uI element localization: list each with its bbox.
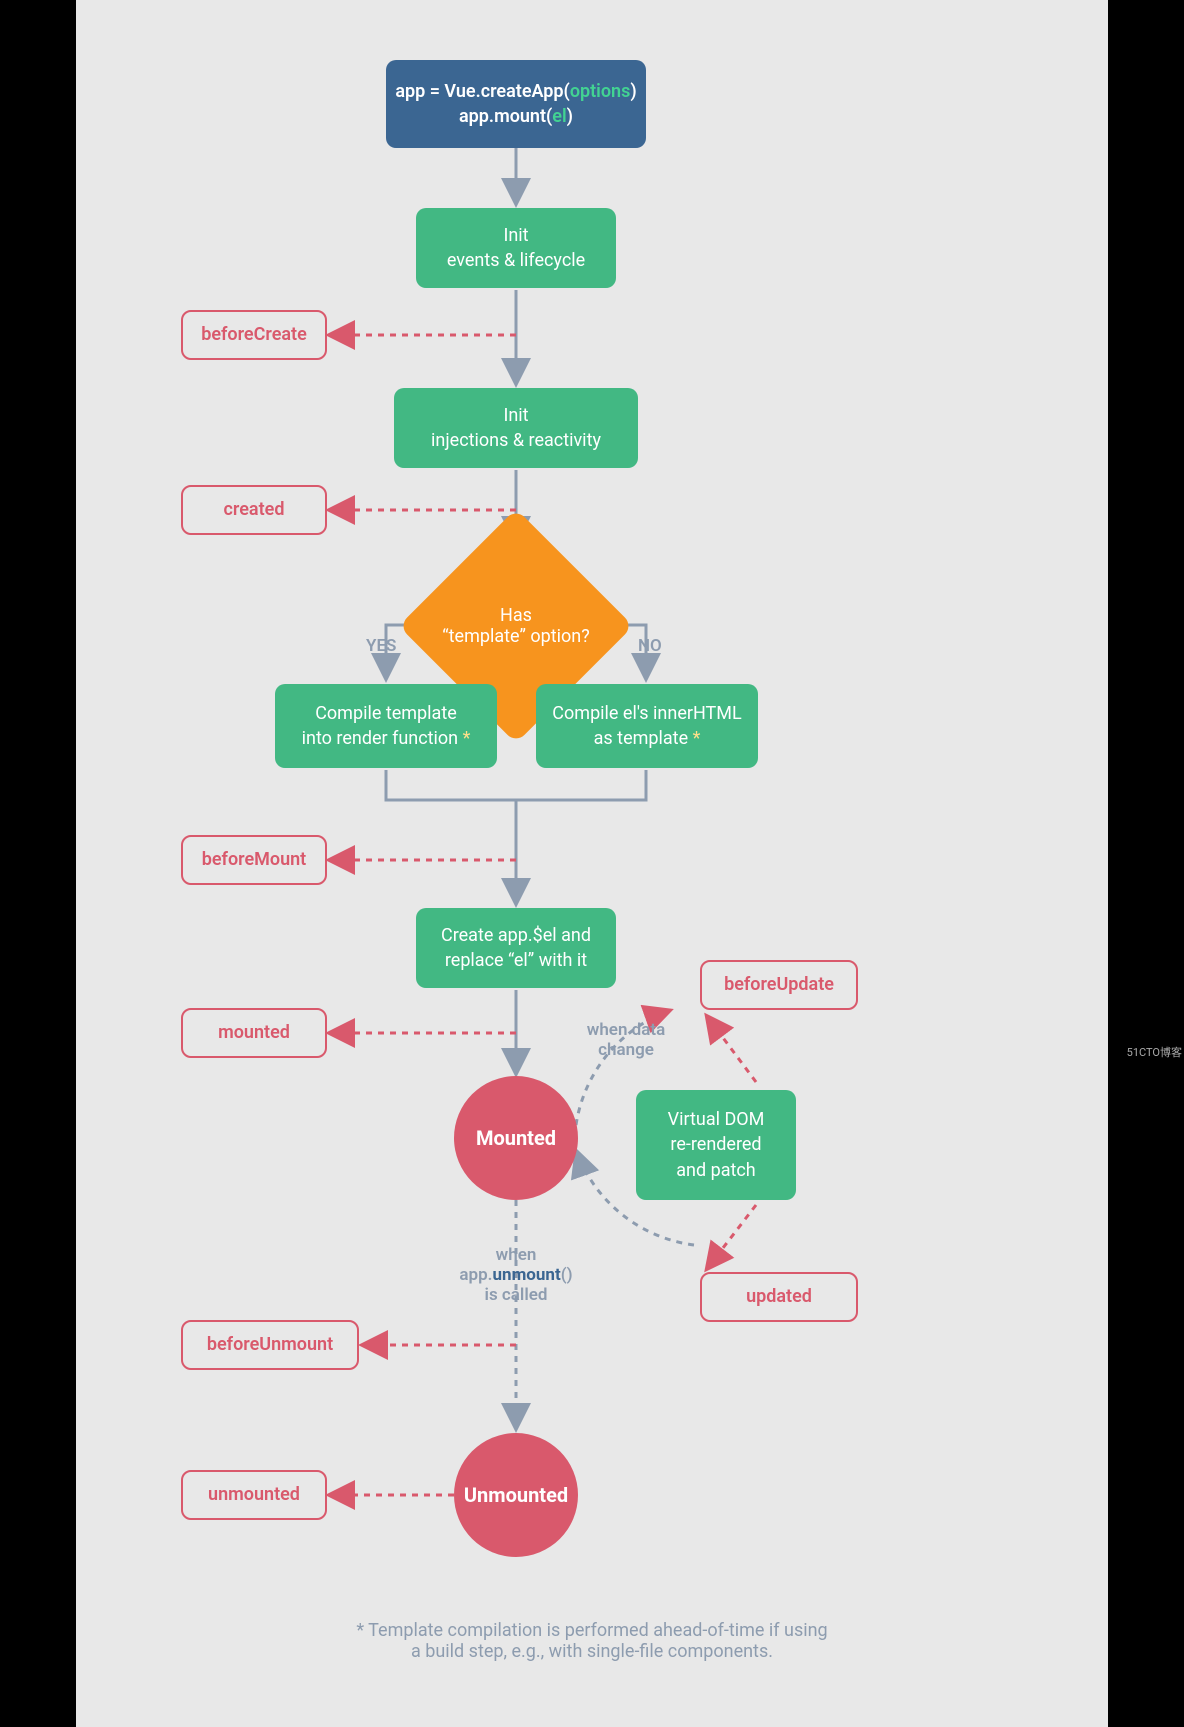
- no-label: NO: [638, 636, 662, 656]
- diagram-canvas: app = Vue.createApp(options) app.mount(e…: [76, 0, 1108, 1727]
- compile-template-box: Compile template into render function *: [275, 684, 497, 768]
- init-injections-box: Init injections & reactivity: [394, 388, 638, 468]
- unmounted-state: Unmounted: [454, 1433, 578, 1557]
- mounted-state: Mounted: [454, 1076, 578, 1200]
- watermark: 51CTO博客: [1127, 1044, 1182, 1060]
- hook-beforecreate: beforeCreate: [181, 310, 327, 360]
- yes-label: YES: [366, 636, 396, 656]
- hook-beforemount: beforeMount: [181, 835, 327, 885]
- compile-innerhtml-box: Compile el's innerHTML as template *: [536, 684, 758, 768]
- hook-beforeupdate: beforeUpdate: [700, 960, 858, 1010]
- init-events-box: Init events & lifecycle: [416, 208, 616, 288]
- hook-created: created: [181, 485, 327, 535]
- hook-beforeunmount: beforeUnmount: [181, 1320, 359, 1370]
- hook-unmounted: unmounted: [181, 1470, 327, 1520]
- create-app-box: app = Vue.createApp(options) app.mount(e…: [386, 60, 646, 148]
- hook-mounted: mounted: [181, 1008, 327, 1058]
- virtual-dom-box: Virtual DOM re-rendered and patch: [636, 1090, 796, 1200]
- code-text: app = Vue.: [395, 81, 480, 102]
- when-data-change-label: when data change: [571, 1020, 681, 1060]
- when-unmount-label: when app.unmount() is called: [436, 1245, 596, 1305]
- create-el-box: Create app.$el and replace “el” with it: [416, 908, 616, 988]
- hook-updated: updated: [700, 1272, 858, 1322]
- template-decision-text: Has “template” option?: [416, 605, 616, 647]
- footnote: * Template compilation is performed ahea…: [76, 1620, 1108, 1662]
